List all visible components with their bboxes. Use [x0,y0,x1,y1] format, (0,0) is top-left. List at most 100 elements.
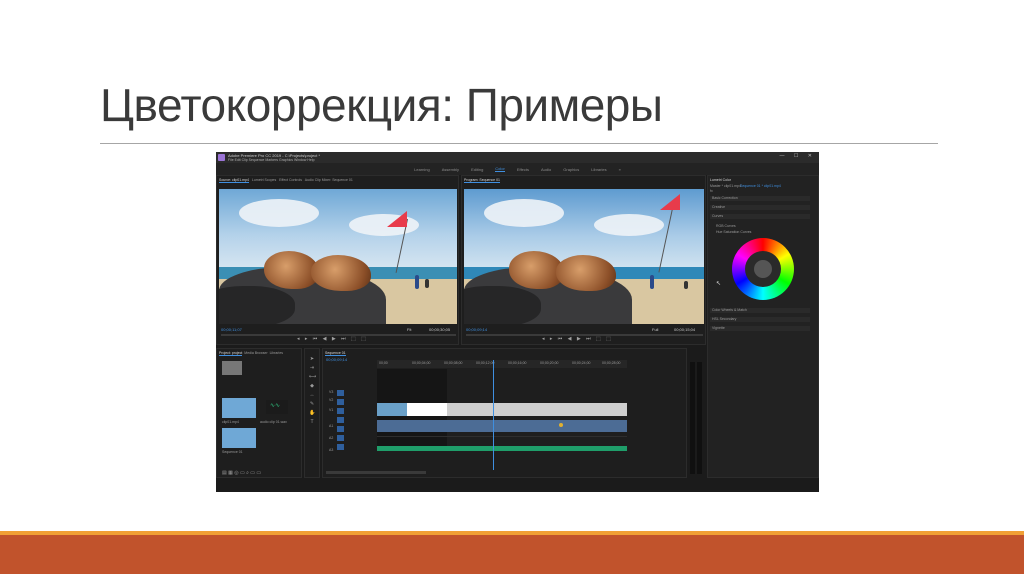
razor-tool-icon[interactable]: ◆ [309,383,315,389]
ruler-label: 00;00;12;00 [476,361,495,365]
workspace-tab[interactable]: » [619,167,621,172]
cursor-icon: ↖ [716,281,722,287]
tab-scopes[interactable]: Lumetri Scopes [252,178,276,182]
ripple-tool-icon[interactable]: ⟷ [309,374,316,380]
workspace-tab[interactable]: Color [495,166,505,172]
menu-bar[interactable]: File Edit Clip Sequence Markers Graphics… [228,158,315,162]
window-controls[interactable]: — ☐ ✕ [780,153,816,159]
flag [660,194,680,210]
track-label: A1 [329,424,334,428]
person [425,279,429,288]
selection-tool-icon[interactable]: ➤ [309,356,315,362]
workspace-bar: Learning Assembly Editing Color Effects Audio… [216,163,819,175]
slide-title: Цветокоррекция: Примеры [100,79,663,131]
tab-media-browser[interactable]: Media Browser [244,351,267,355]
track-label: A3 [329,448,334,452]
tab-effect-controls[interactable]: Effect Controls [279,178,302,182]
track-toggle-button[interactable] [337,426,344,432]
timeline-scrollbar[interactable] [326,471,426,474]
hand-tool-icon[interactable]: ✋ [309,410,315,416]
tab-libraries[interactable]: Libraries [270,351,283,355]
curve-option-hue[interactable]: Hue Saturation Curves [716,230,751,234]
media-thumb-sequence[interactable] [222,428,256,448]
source-duration: 00;00;30;05 [429,327,451,332]
tab-sequence[interactable]: Sequence 01 [325,351,346,356]
workspace-tab[interactable]: Learning [414,167,430,172]
track-label: V2 [329,398,334,402]
audio-clip-a3[interactable] [377,446,627,451]
project-preview-thumb [222,361,242,375]
track-toggle-button[interactable] [337,390,344,396]
source-transport-controls[interactable]: ◂ ▸ ⏮ ◀ ▶ ⏭ ⬚ ⬚ [297,336,368,342]
track-select-tool-icon[interactable]: ⇥ [309,365,315,371]
track-toggle-button[interactable] [337,399,344,405]
lumetri-subtab-sequence[interactable]: Sequence 01 * clip01.mp4 [740,184,781,188]
person [684,281,688,289]
video-clip-v1[interactable] [447,403,627,416]
program-tabs[interactable]: Program: Sequence 01 [464,178,500,183]
program-duration: 00;00;15;04 [674,327,696,332]
playhead[interactable] [493,360,494,470]
track-toggle-button[interactable] [337,435,344,441]
ruler-label: 00;00 [379,361,388,365]
track-toggle-button[interactable] [337,408,344,414]
track-toggle-button[interactable] [337,417,344,423]
pen-tool-icon[interactable]: ✎ [309,401,315,407]
audio-meter [690,362,695,474]
section-vignette[interactable] [710,326,810,331]
section-basic-label: Basic Correction [712,196,738,200]
source-timecode[interactable]: 00;00;11;07 [221,327,242,332]
track-toggle-button[interactable] [337,444,344,450]
media-label-audio: audio clip 01.wav [260,420,287,424]
video-clip-v2[interactable] [407,403,447,416]
section-vignette-label: Vignette [712,326,725,330]
media-thumb-clip[interactable] [222,398,256,418]
tab-audio-mixer[interactable]: Audio Clip Mixer: Sequence 01 [305,178,353,182]
audio-waveform-icon: ∿∿ [270,403,281,409]
lumetri-subtab-master[interactable]: Master * clip01.mp4 [710,184,741,188]
slip-tool-icon[interactable]: ↔ [309,392,315,398]
tab-project[interactable]: Project: project [219,351,243,356]
workspace-tab[interactable]: Audio [541,167,551,172]
timeline-tab[interactable]: Sequence 01 [325,351,346,356]
person [650,275,654,289]
ruler-label: 00;00;20;00 [540,361,559,365]
project-footer-icons[interactable]: ▤ ▦ ◎ ▭ ⌕ ▭ ▭ [222,470,261,476]
wheel-center-handle[interactable] [754,260,772,278]
premiere-screenshot: Adobe Premiere Pro CC 2019 - C:\Projects… [216,152,819,492]
project-tabs[interactable]: Project: project Media Browser Libraries [219,351,283,356]
title-bar: Adobe Premiere Pro CC 2019 - C:\Projects… [216,152,819,163]
workspace-tab[interactable]: Assembly [442,167,459,172]
media-label-clip: clip01.mp4 [222,420,239,424]
lumetri-tab[interactable]: Lumetri Color [710,178,731,182]
workspace-tab[interactable]: Editing [471,167,483,172]
ruler-label: 00;00;04;00 [412,361,431,365]
workspace-tab[interactable]: Graphics [563,167,579,172]
footer-bar [0,535,1024,574]
media-label-sequence: Sequence 01 [222,450,243,454]
cloud [349,214,419,236]
source-zoom[interactable]: Fit [407,327,411,332]
video-clip-thumbnail[interactable] [377,403,407,416]
program-video-frame [464,189,704,324]
curve-option-rgb[interactable]: RGB Curves [716,224,736,228]
section-creative-label: Creative [712,205,726,209]
workspace-tab[interactable]: Libraries [591,167,606,172]
audio-clip-a1[interactable] [377,420,627,432]
program-transport-controls[interactable]: ◂ ▸ ⏮ ◀ ▶ ⏭ ⬚ ⬚ [542,336,613,342]
section-curves[interactable] [710,214,810,219]
source-tabs[interactable]: Source: clip01.mp4 Lumetri Scopes Effect… [219,178,353,183]
shell [311,255,371,291]
tab-source[interactable]: Source: clip01.mp4 [219,178,249,183]
timeline-timecode[interactable]: 00;00;09;14 [326,357,347,362]
program-timecode[interactable]: 00;00;09;14 [466,327,487,332]
type-tool-icon[interactable]: T [309,419,315,425]
fx-label: fx [710,189,713,193]
cloud [484,199,564,227]
tab-program[interactable]: Program: Sequence 01 [464,178,500,183]
audio-keyframe[interactable] [559,423,563,427]
program-zoom[interactable]: Full [652,327,658,332]
workspace-tab[interactable]: Effects [517,167,529,172]
cloud [594,214,664,236]
audio-meter [697,362,702,474]
